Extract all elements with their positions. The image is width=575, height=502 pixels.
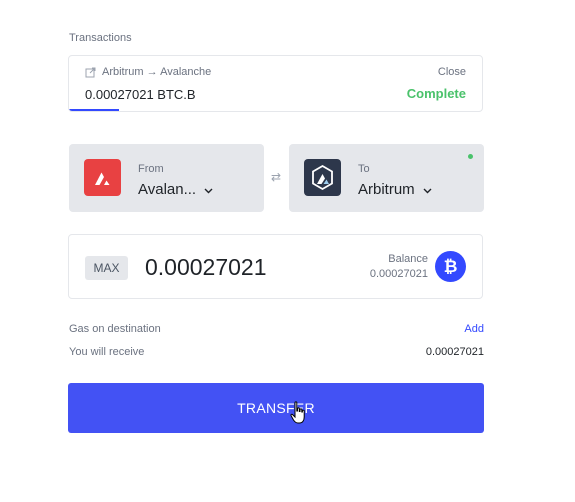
- status-badge: Complete: [406, 86, 466, 101]
- transaction-route[interactable]: Arbitrum → Avalanche: [85, 66, 211, 78]
- progress-fill: [69, 109, 119, 111]
- gas-label: Gas on destination: [69, 323, 161, 335]
- transactions-title: Transactions: [69, 32, 132, 44]
- arbitrum-logo-icon: [304, 159, 341, 196]
- from-chain-text: Avalan...: [138, 181, 197, 198]
- swap-icon[interactable]: ⇄: [271, 170, 281, 184]
- hand-cursor-icon: [290, 401, 308, 430]
- from-chain-selector[interactable]: From Avalan...: [69, 144, 264, 212]
- max-button[interactable]: MAX: [85, 256, 128, 280]
- external-link-icon: [85, 67, 96, 78]
- amount-card: MAX Balance 0.00027021 ₿: [68, 234, 483, 299]
- add-gas-link[interactable]: Add: [464, 323, 484, 335]
- progress-bar: [69, 109, 482, 111]
- to-chain-name: Arbitrum: [358, 181, 432, 198]
- chevron-down-icon: [423, 181, 432, 198]
- route-text: Arbitrum → Avalanche: [102, 66, 212, 78]
- chevron-down-icon: [204, 181, 213, 198]
- avalanche-logo-icon: [84, 159, 121, 196]
- bitcoin-icon[interactable]: ₿: [435, 251, 466, 282]
- to-chain-selector[interactable]: To Arbitrum: [289, 144, 484, 212]
- transfer-button[interactable]: TRANSFER: [68, 383, 484, 433]
- close-button[interactable]: Close: [438, 66, 466, 78]
- receive-label: You will receive: [69, 346, 145, 358]
- balance-label: Balance: [388, 253, 428, 265]
- connection-status-dot: [468, 154, 473, 159]
- from-chain-name: Avalan...: [138, 181, 213, 198]
- from-label: From: [138, 163, 164, 175]
- balance-value: 0.00027021: [369, 268, 428, 280]
- to-chain-text: Arbitrum: [358, 181, 415, 198]
- to-label: To: [358, 163, 370, 175]
- transaction-amount: 0.00027021 BTC.B: [85, 87, 196, 102]
- receive-value: 0.00027021: [425, 346, 484, 358]
- transaction-card: Arbitrum → Avalanche 0.00027021 BTC.B Cl…: [68, 55, 483, 112]
- amount-input[interactable]: [145, 252, 345, 282]
